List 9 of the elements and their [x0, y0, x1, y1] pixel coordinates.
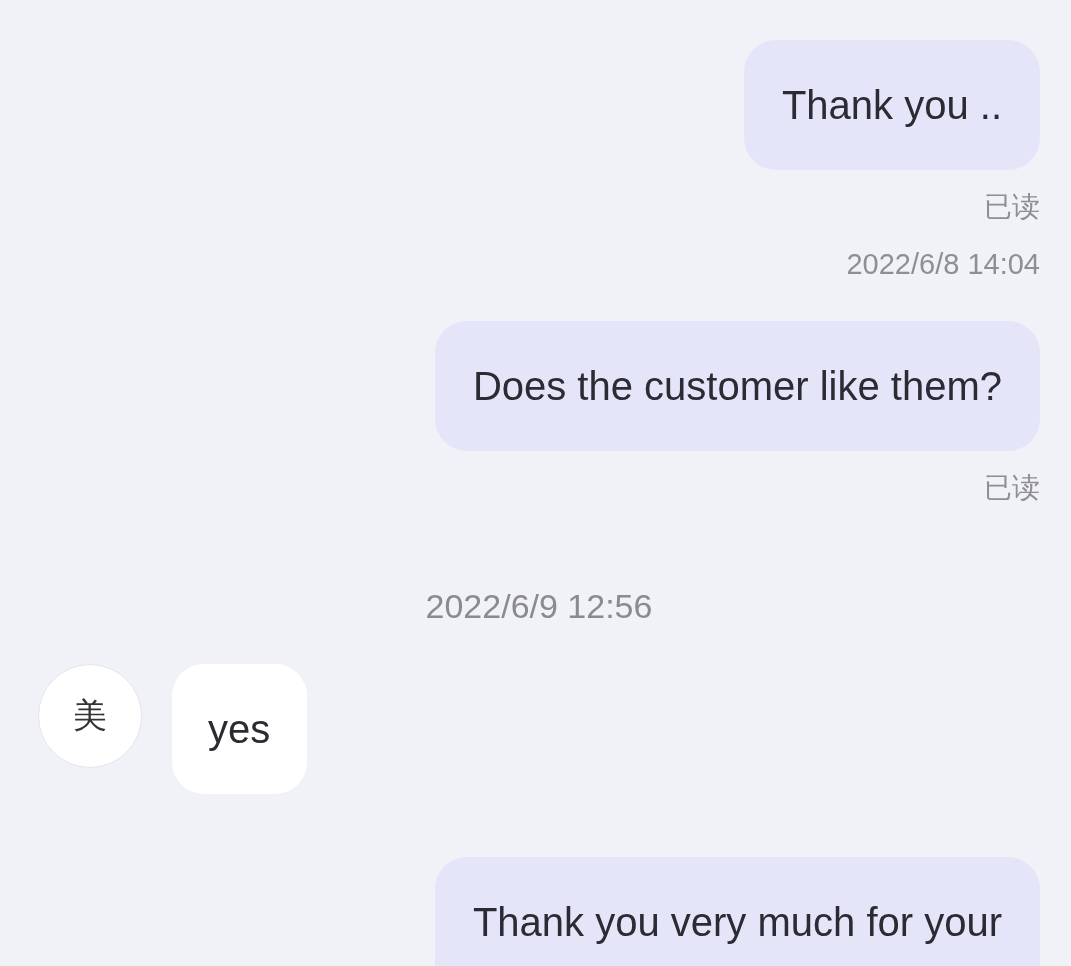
message-bubble: Thank you ..: [743, 40, 1040, 170]
date-divider: 2022/6/9 12:56: [425, 587, 653, 626]
message-bubble: Thank you very much for your: [434, 857, 1040, 966]
read-status: 已读: [984, 470, 1040, 506]
message-bubble: Does the customer like them?: [434, 321, 1040, 451]
message-time: 2022/6/8 14:04: [846, 248, 1040, 281]
read-status: 已读: [984, 189, 1040, 225]
avatar[interactable]: 美: [38, 664, 142, 768]
message-bubble: yes: [172, 664, 308, 794]
